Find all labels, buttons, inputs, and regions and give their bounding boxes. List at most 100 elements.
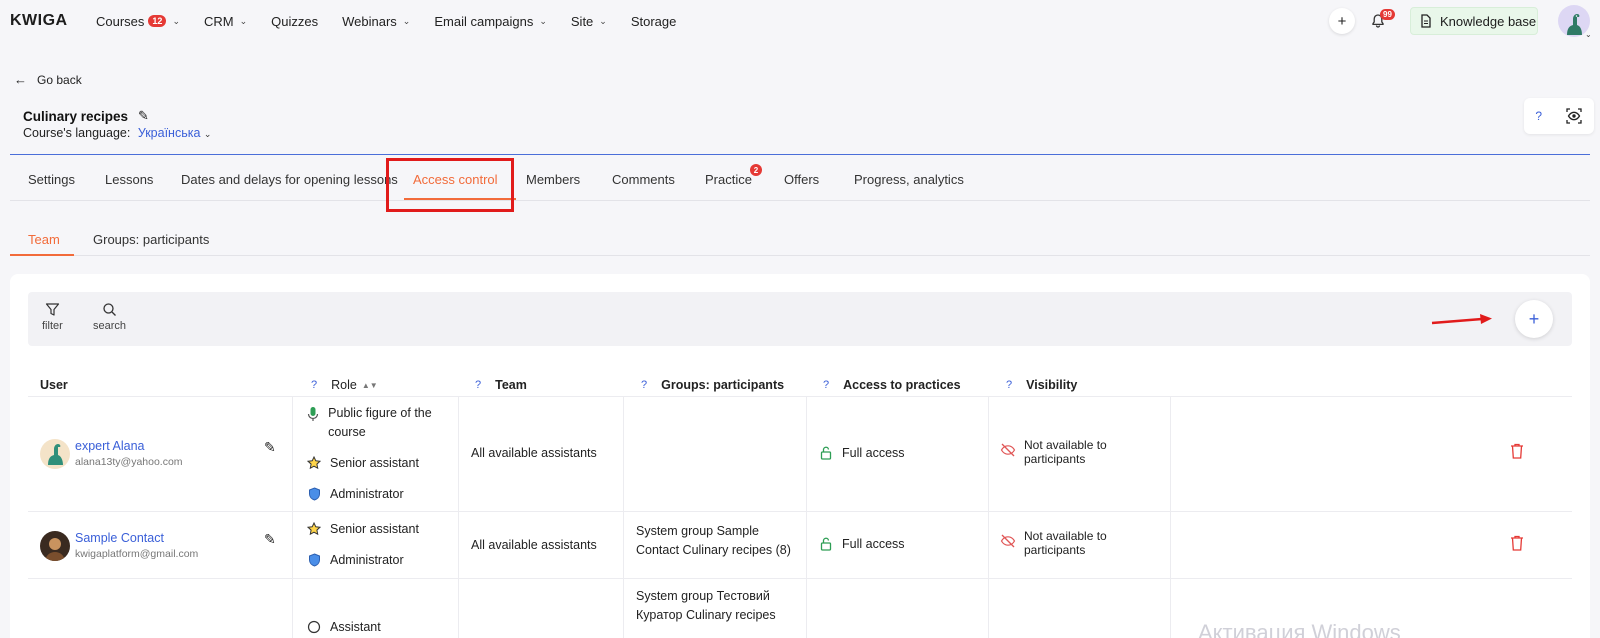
nav-quizzes-label: Quizzes — [271, 13, 319, 29]
column-groups-label: Groups: participants — [661, 378, 785, 392]
help-icon[interactable]: ? — [475, 379, 481, 391]
microphone-icon — [306, 404, 320, 422]
column-groups: ? Groups: participants — [641, 378, 784, 392]
avatar[interactable] — [40, 531, 70, 561]
row-divider — [28, 511, 1572, 512]
tab-dates-delays[interactable]: Dates and delays for opening lessons — [181, 172, 398, 187]
quick-add-button[interactable]: + — [1329, 8, 1355, 34]
user-name-link[interactable]: Sample Contact — [75, 531, 164, 545]
unlock-icon — [818, 535, 834, 551]
column-team: ? Team — [475, 378, 527, 392]
search-icon — [103, 303, 116, 316]
add-member-button[interactable]: + — [1515, 300, 1553, 338]
kwiga-logo[interactable]: KWIGA — [10, 12, 68, 30]
help-icon[interactable]: ? — [641, 379, 647, 391]
chevron-down-icon: ⌄ — [539, 15, 547, 26]
chevron-down-icon: ⌄ — [239, 15, 248, 26]
plus-icon: + — [1337, 12, 1347, 30]
knowledge-base-button[interactable]: Knowledge base — [1410, 7, 1538, 35]
help-icon[interactable]: ? — [823, 379, 829, 391]
knowledge-base-label: Knowledge base — [1440, 13, 1537, 29]
chevron-down-icon: ⌄ — [599, 15, 607, 26]
column-access-practices: ? Access to practices — [823, 378, 961, 392]
edit-pencil-icon[interactable]: ✎ — [138, 108, 149, 124]
nav-quizzes[interactable]: Quizzes — [271, 14, 318, 29]
filter-button[interactable]: filter — [42, 302, 63, 332]
nav-webinars-label: Webinars — [342, 13, 397, 29]
course-language-select[interactable]: Українська ⌄ — [138, 126, 212, 140]
role-label: Assistant — [330, 620, 381, 634]
role-label: Administrator — [330, 553, 404, 567]
role-item: Administrator — [306, 485, 404, 504]
courses-count-badge: 12 — [148, 15, 167, 27]
row-divider — [28, 578, 1572, 579]
annotation-arrow-icon — [1431, 314, 1492, 325]
user-name-link[interactable]: expert Alana — [75, 439, 145, 453]
visibility-value: Not available to participants — [1000, 438, 1134, 466]
access-control-highlight — [386, 158, 514, 212]
nav-site-label: Site — [570, 13, 594, 29]
nav-site[interactable]: Site ⌄ — [571, 14, 607, 29]
chevron-down-icon: ⌄ — [172, 15, 180, 26]
role-label: Public figure of the course — [328, 406, 432, 439]
tab-practice[interactable]: Practice — [705, 172, 752, 187]
eye-off-icon — [1000, 529, 1016, 548]
column-visibility-label: Visibility — [1026, 378, 1078, 392]
role-label: Senior assistant — [330, 522, 419, 536]
help-icon[interactable]: ? — [1006, 379, 1012, 391]
column-role[interactable]: ? Role ▲▼ — [311, 378, 378, 392]
chevron-down-icon: ⌄ — [1585, 30, 1592, 39]
visibility-label: Not available to participants — [1024, 529, 1107, 557]
tab-lessons[interactable]: Lessons — [105, 172, 153, 187]
help-icon[interactable]: ? — [311, 379, 317, 391]
person-avatar-icon — [45, 538, 65, 561]
tab-settings[interactable]: Settings — [28, 172, 75, 187]
nav-courses[interactable]: Courses 12 ⌄ — [96, 14, 180, 29]
star-icon — [306, 454, 322, 470]
arrow-left-icon: ← — [14, 72, 27, 87]
groups-value: System group Тестовий Куратор Culinary r… — [636, 589, 776, 622]
nav-webinars[interactable]: Webinars ⌄ — [342, 14, 410, 29]
nav-email-campaigns[interactable]: Email campaigns ⌄ — [434, 14, 547, 29]
tab-offers[interactable]: Offers — [784, 172, 819, 187]
column-visibility: ? Visibility — [1006, 378, 1077, 392]
row-divider — [28, 396, 1572, 397]
trash-icon[interactable] — [1509, 534, 1525, 555]
nav-storage[interactable]: Storage — [631, 14, 677, 29]
dinosaur-avatar-icon — [48, 444, 63, 465]
column-divider — [1170, 396, 1171, 638]
tab-progress-analytics[interactable]: Progress, analytics — [854, 172, 964, 187]
edit-pencil-icon[interactable]: ✎ — [264, 531, 276, 548]
help-icon[interactable]: ? — [1535, 109, 1542, 123]
sort-icon[interactable]: ▲▼ — [362, 381, 378, 390]
practice-count-badge: 2 — [750, 164, 762, 176]
go-back-link[interactable]: ← Go back — [14, 72, 82, 87]
trash-icon[interactable] — [1509, 442, 1525, 463]
header-tools: ? — [1524, 98, 1594, 134]
team-value: All available assistants — [471, 446, 597, 460]
tab-comments[interactable]: Comments — [612, 172, 675, 187]
team-value: All available assistants — [471, 538, 597, 552]
course-title-text: Culinary recipes — [23, 108, 129, 124]
filter-icon — [45, 303, 59, 316]
filter-label: filter — [42, 320, 63, 332]
role-item: Administrator — [306, 551, 404, 570]
nav-crm-label: CRM — [203, 13, 234, 29]
chevron-down-icon: ⌄ — [203, 129, 212, 139]
nav-email-campaigns-label: Email campaigns — [434, 13, 534, 29]
team-card: filter search + User ? Role ▲▼ ? Team ? … — [10, 274, 1590, 638]
nav-courses-label: Courses — [96, 13, 145, 29]
subtab-team[interactable]: Team — [28, 232, 60, 247]
role-item: Senior assistant — [306, 520, 419, 539]
windows-activation-watermark: Активация Windows — [1198, 620, 1401, 638]
preview-eye-icon[interactable] — [1565, 107, 1583, 125]
edit-pencil-icon[interactable]: ✎ — [264, 439, 276, 456]
user-email: alana13ty@yahoo.com — [75, 456, 183, 468]
search-button[interactable]: search — [93, 302, 126, 332]
tab-members[interactable]: Members — [526, 172, 580, 187]
role-label: Administrator — [330, 487, 404, 501]
nav-crm[interactable]: CRM ⌄ — [204, 14, 247, 29]
subtab-groups-participants[interactable]: Groups: participants — [93, 232, 209, 247]
chevron-down-icon: ⌄ — [402, 15, 411, 26]
avatar[interactable] — [40, 439, 70, 469]
